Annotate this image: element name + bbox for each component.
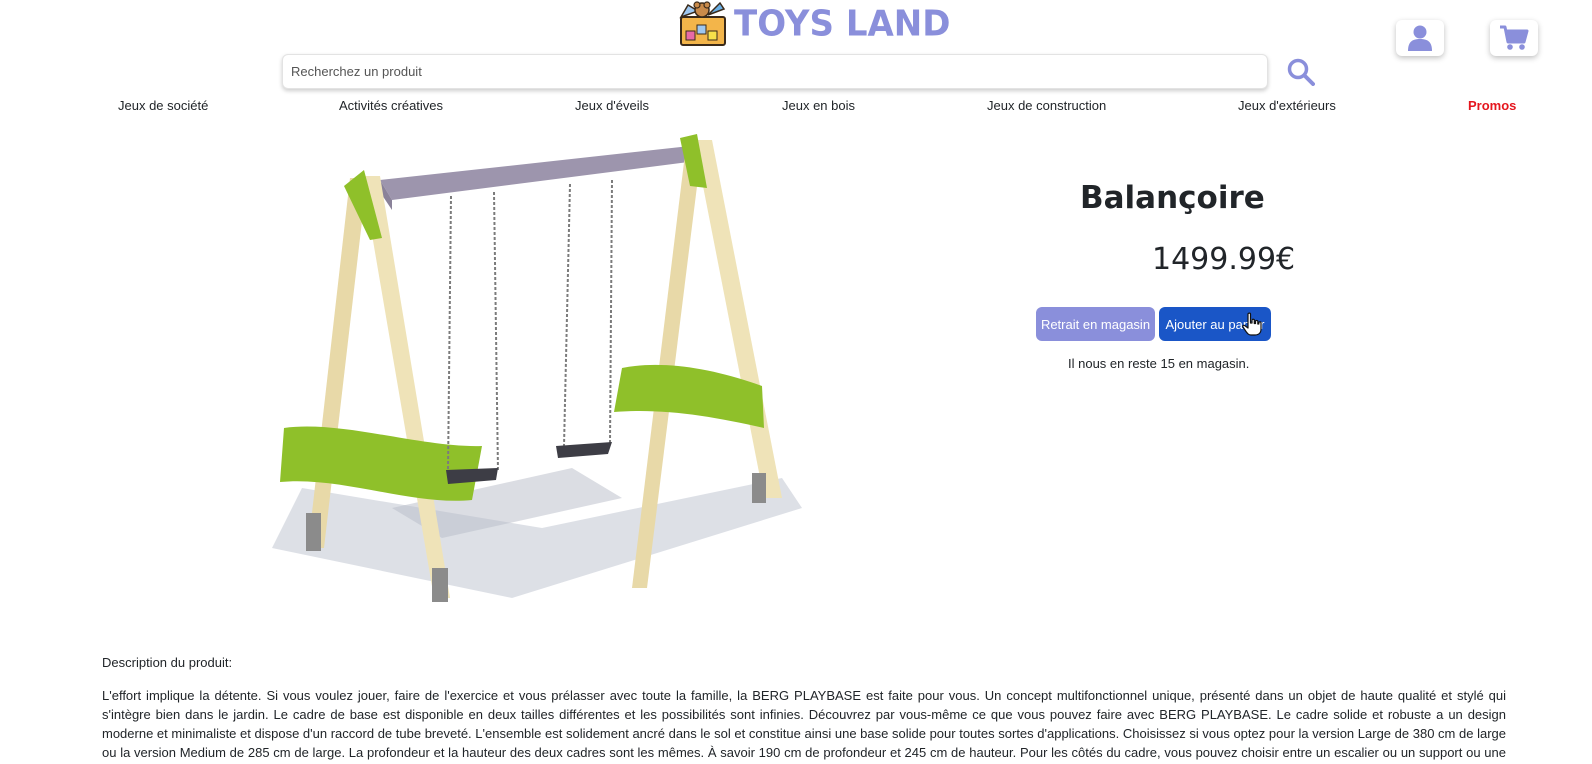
stock-info: Il nous en reste 15 en magasin. — [1068, 356, 1250, 371]
brand-name: TOYS LAND — [734, 3, 951, 45]
cart-icon — [1500, 25, 1529, 50]
search-bar — [282, 54, 1268, 89]
nav-item-promos[interactable]: Promos — [1468, 98, 1516, 113]
nav-item-jeux-de-construction[interactable]: Jeux de construction — [987, 98, 1106, 113]
user-icon — [1408, 25, 1432, 51]
search-icon — [1287, 58, 1315, 86]
nav-item-jeux-de-societe[interactable]: Jeux de société — [118, 98, 208, 113]
toybox-logo-icon — [679, 1, 726, 46]
nav-item-jeux-en-bois[interactable]: Jeux en bois — [782, 98, 855, 113]
search-input[interactable] — [291, 64, 1267, 79]
nav-item-jeux-dexterieurs[interactable]: Jeux d'extérieurs — [1238, 98, 1336, 113]
product-title: Balançoire — [1080, 180, 1265, 216]
description-label: Description du produit: — [102, 655, 233, 670]
search-button[interactable] — [1285, 56, 1317, 88]
account-button[interactable] — [1396, 20, 1444, 56]
product-price: 1499.99€ — [1152, 242, 1296, 277]
product-image — [272, 134, 802, 602]
nav-item-jeux-deveils[interactable]: Jeux d'éveils — [575, 98, 649, 113]
cart-button[interactable] — [1490, 20, 1538, 56]
store-pickup-button[interactable]: Retrait en magasin — [1036, 307, 1155, 341]
description-text: L'effort implique la détente. Si vous vo… — [102, 688, 1506, 760]
nav-item-activites-creatives[interactable]: Activités créatives — [339, 98, 443, 113]
hand-cursor-icon — [1242, 312, 1262, 336]
category-nav: Jeux de société Activités créatives Jeux… — [0, 98, 1592, 116]
brand-logo[interactable]: TOYS LAND — [678, 0, 950, 48]
